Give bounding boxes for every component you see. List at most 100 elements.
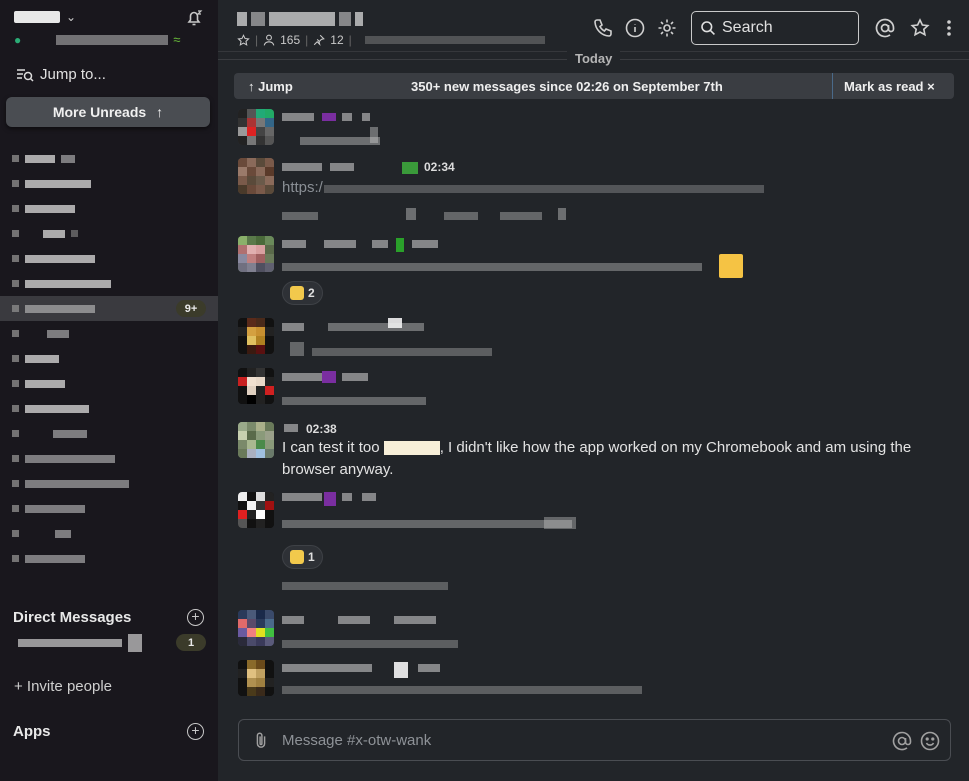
jump-to-icon (17, 68, 34, 82)
avatar[interactable] (238, 109, 274, 145)
channel-item[interactable] (0, 396, 218, 421)
channel-item[interactable] (0, 446, 218, 471)
avatar[interactable] (238, 610, 274, 646)
status-emoji-icon: ≈ (173, 32, 181, 47)
timestamp[interactable]: 02:38 (306, 422, 337, 436)
members-icon (263, 34, 275, 46)
channel-topic (364, 36, 545, 44)
new-messages-banner: ↑ Jump 350+ new messages since 02:26 on … (234, 73, 954, 99)
user-name[interactable] (282, 323, 304, 331)
search-label: Search (722, 19, 773, 36)
reaction[interactable]: 2 (282, 281, 323, 305)
channel-item[interactable] (0, 421, 218, 446)
channel-item[interactable] (0, 246, 218, 271)
user-name[interactable] (282, 163, 322, 171)
channel-item[interactable] (0, 196, 218, 221)
mentions-icon[interactable] (875, 18, 895, 38)
workspace-name[interactable]: ⌄ (14, 10, 76, 24)
apps-header[interactable]: Apps (13, 723, 51, 740)
attach-icon[interactable] (252, 731, 270, 749)
starred-icon[interactable] (910, 18, 930, 38)
invite-people-link[interactable]: + Invite people (14, 678, 112, 695)
channel-name (25, 454, 115, 463)
emoji-icon (719, 254, 743, 278)
channel-item[interactable] (0, 321, 218, 346)
sidebar: ⌄ ● ≈ Jump to... More Unreads ↑ 9+ Direc… (0, 0, 218, 781)
channel-item[interactable] (0, 371, 218, 396)
channel-item[interactable] (0, 221, 218, 246)
channel-list: 9+ (0, 146, 218, 571)
workspace-name-text (14, 11, 60, 23)
message-composer[interactable]: Message #x-otw-wank (238, 719, 951, 761)
channel-name (25, 279, 111, 288)
notification-bell-icon[interactable] (184, 8, 204, 28)
channel-item[interactable] (0, 521, 218, 546)
user-name[interactable] (284, 424, 298, 432)
user-name[interactable] (282, 664, 372, 672)
more-unreads-button[interactable]: More Unreads ↑ (6, 97, 210, 127)
avatar[interactable] (238, 422, 274, 458)
channel-item[interactable] (0, 471, 218, 496)
message-text (282, 397, 426, 405)
channel-item[interactable] (0, 546, 218, 571)
reaction[interactable]: 1 (282, 545, 323, 569)
channel-icon (12, 355, 19, 362)
call-icon[interactable] (593, 18, 613, 38)
add-dm-icon[interactable]: + (187, 609, 204, 626)
avatar[interactable] (238, 660, 274, 696)
date-divider-label[interactable]: Today (567, 51, 621, 66)
avatar[interactable] (238, 318, 274, 354)
channel-icon (12, 530, 19, 537)
channel-icon (12, 180, 19, 187)
jump-to-button[interactable]: Jump to... (16, 66, 106, 83)
jump-button[interactable]: ↑ Jump (248, 79, 293, 94)
channel-item[interactable] (0, 346, 218, 371)
channel-item[interactable] (0, 146, 218, 171)
dm-item[interactable]: 1 (0, 631, 218, 655)
channel-item[interactable] (0, 171, 218, 196)
channel-name (25, 404, 89, 413)
link-text[interactable]: https:/ (282, 177, 323, 199)
info-icon[interactable] (625, 18, 645, 38)
channel-item[interactable] (0, 496, 218, 521)
user-name[interactable] (282, 113, 314, 121)
direct-messages-header[interactable]: Direct Messages (13, 609, 131, 626)
pinned-count[interactable]: 12 (330, 33, 343, 47)
message-text (312, 348, 492, 356)
avatar[interactable] (238, 236, 274, 272)
more-options-icon[interactable] (943, 18, 955, 38)
message-input-placeholder[interactable]: Message #x-otw-wank (282, 732, 431, 749)
channel-item-active[interactable]: 9+ (0, 296, 218, 321)
channel-meta: | 165 | 12 | (237, 33, 545, 47)
channel-icon (12, 155, 19, 162)
workspace-header[interactable]: ⌄ ● ≈ (0, 0, 218, 58)
avatar[interactable] (238, 368, 274, 404)
user-name[interactable] (282, 240, 306, 248)
search-input[interactable]: Search (691, 11, 859, 45)
mention-icon[interactable] (892, 731, 912, 751)
current-user: ● ≈ (14, 32, 180, 47)
gear-icon[interactable] (657, 18, 677, 38)
chevron-down-icon: ⌄ (66, 10, 77, 24)
channel-name (47, 329, 69, 338)
user-name[interactable] (282, 373, 322, 381)
status-emoji-icon (402, 162, 418, 174)
channel-name (25, 304, 95, 313)
star-icon[interactable] (237, 33, 250, 47)
channel-title[interactable] (237, 12, 363, 26)
user-name[interactable] (282, 493, 322, 501)
emoji-picker-icon[interactable] (920, 731, 940, 751)
user-name[interactable] (282, 616, 304, 624)
avatar[interactable] (238, 158, 274, 194)
avatar[interactable] (238, 492, 274, 528)
channel-name (25, 504, 85, 513)
add-app-icon[interactable]: + (187, 723, 204, 740)
channel-item[interactable] (0, 271, 218, 296)
dm-name (18, 639, 122, 647)
members-count[interactable]: 165 (280, 33, 300, 47)
timestamp[interactable]: 02:34 (424, 160, 455, 174)
channel-name (53, 429, 87, 438)
message-text: I can test it too , I didn't like how th… (282, 437, 922, 481)
user-mention[interactable] (383, 441, 440, 456)
mark-as-read-button[interactable]: Mark as read × (832, 73, 954, 99)
